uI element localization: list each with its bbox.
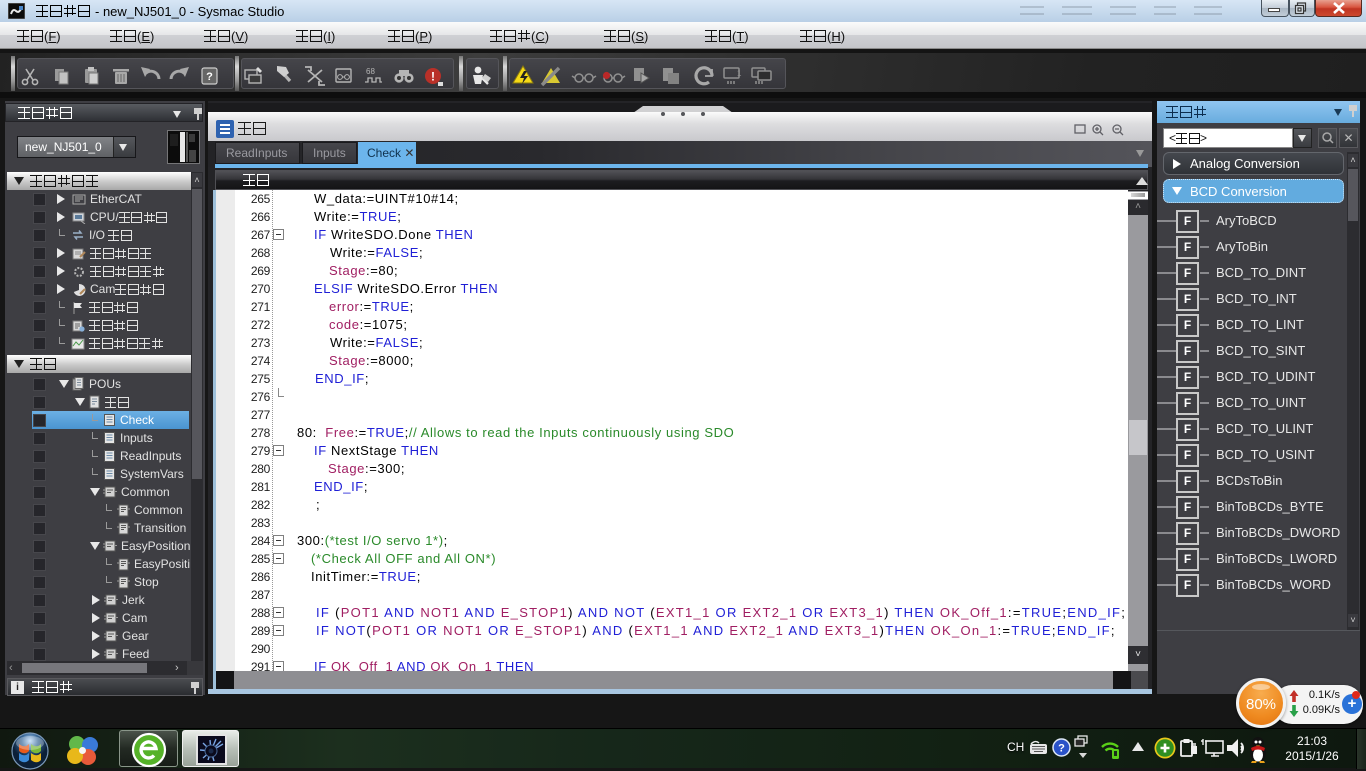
- svg-text:1: 1: [737, 69, 742, 78]
- svg-text:68: 68: [366, 67, 375, 76]
- svg-text:?: ?: [1058, 743, 1065, 755]
- svg-text:!: !: [431, 70, 435, 84]
- svg-text:?: ?: [206, 71, 213, 83]
